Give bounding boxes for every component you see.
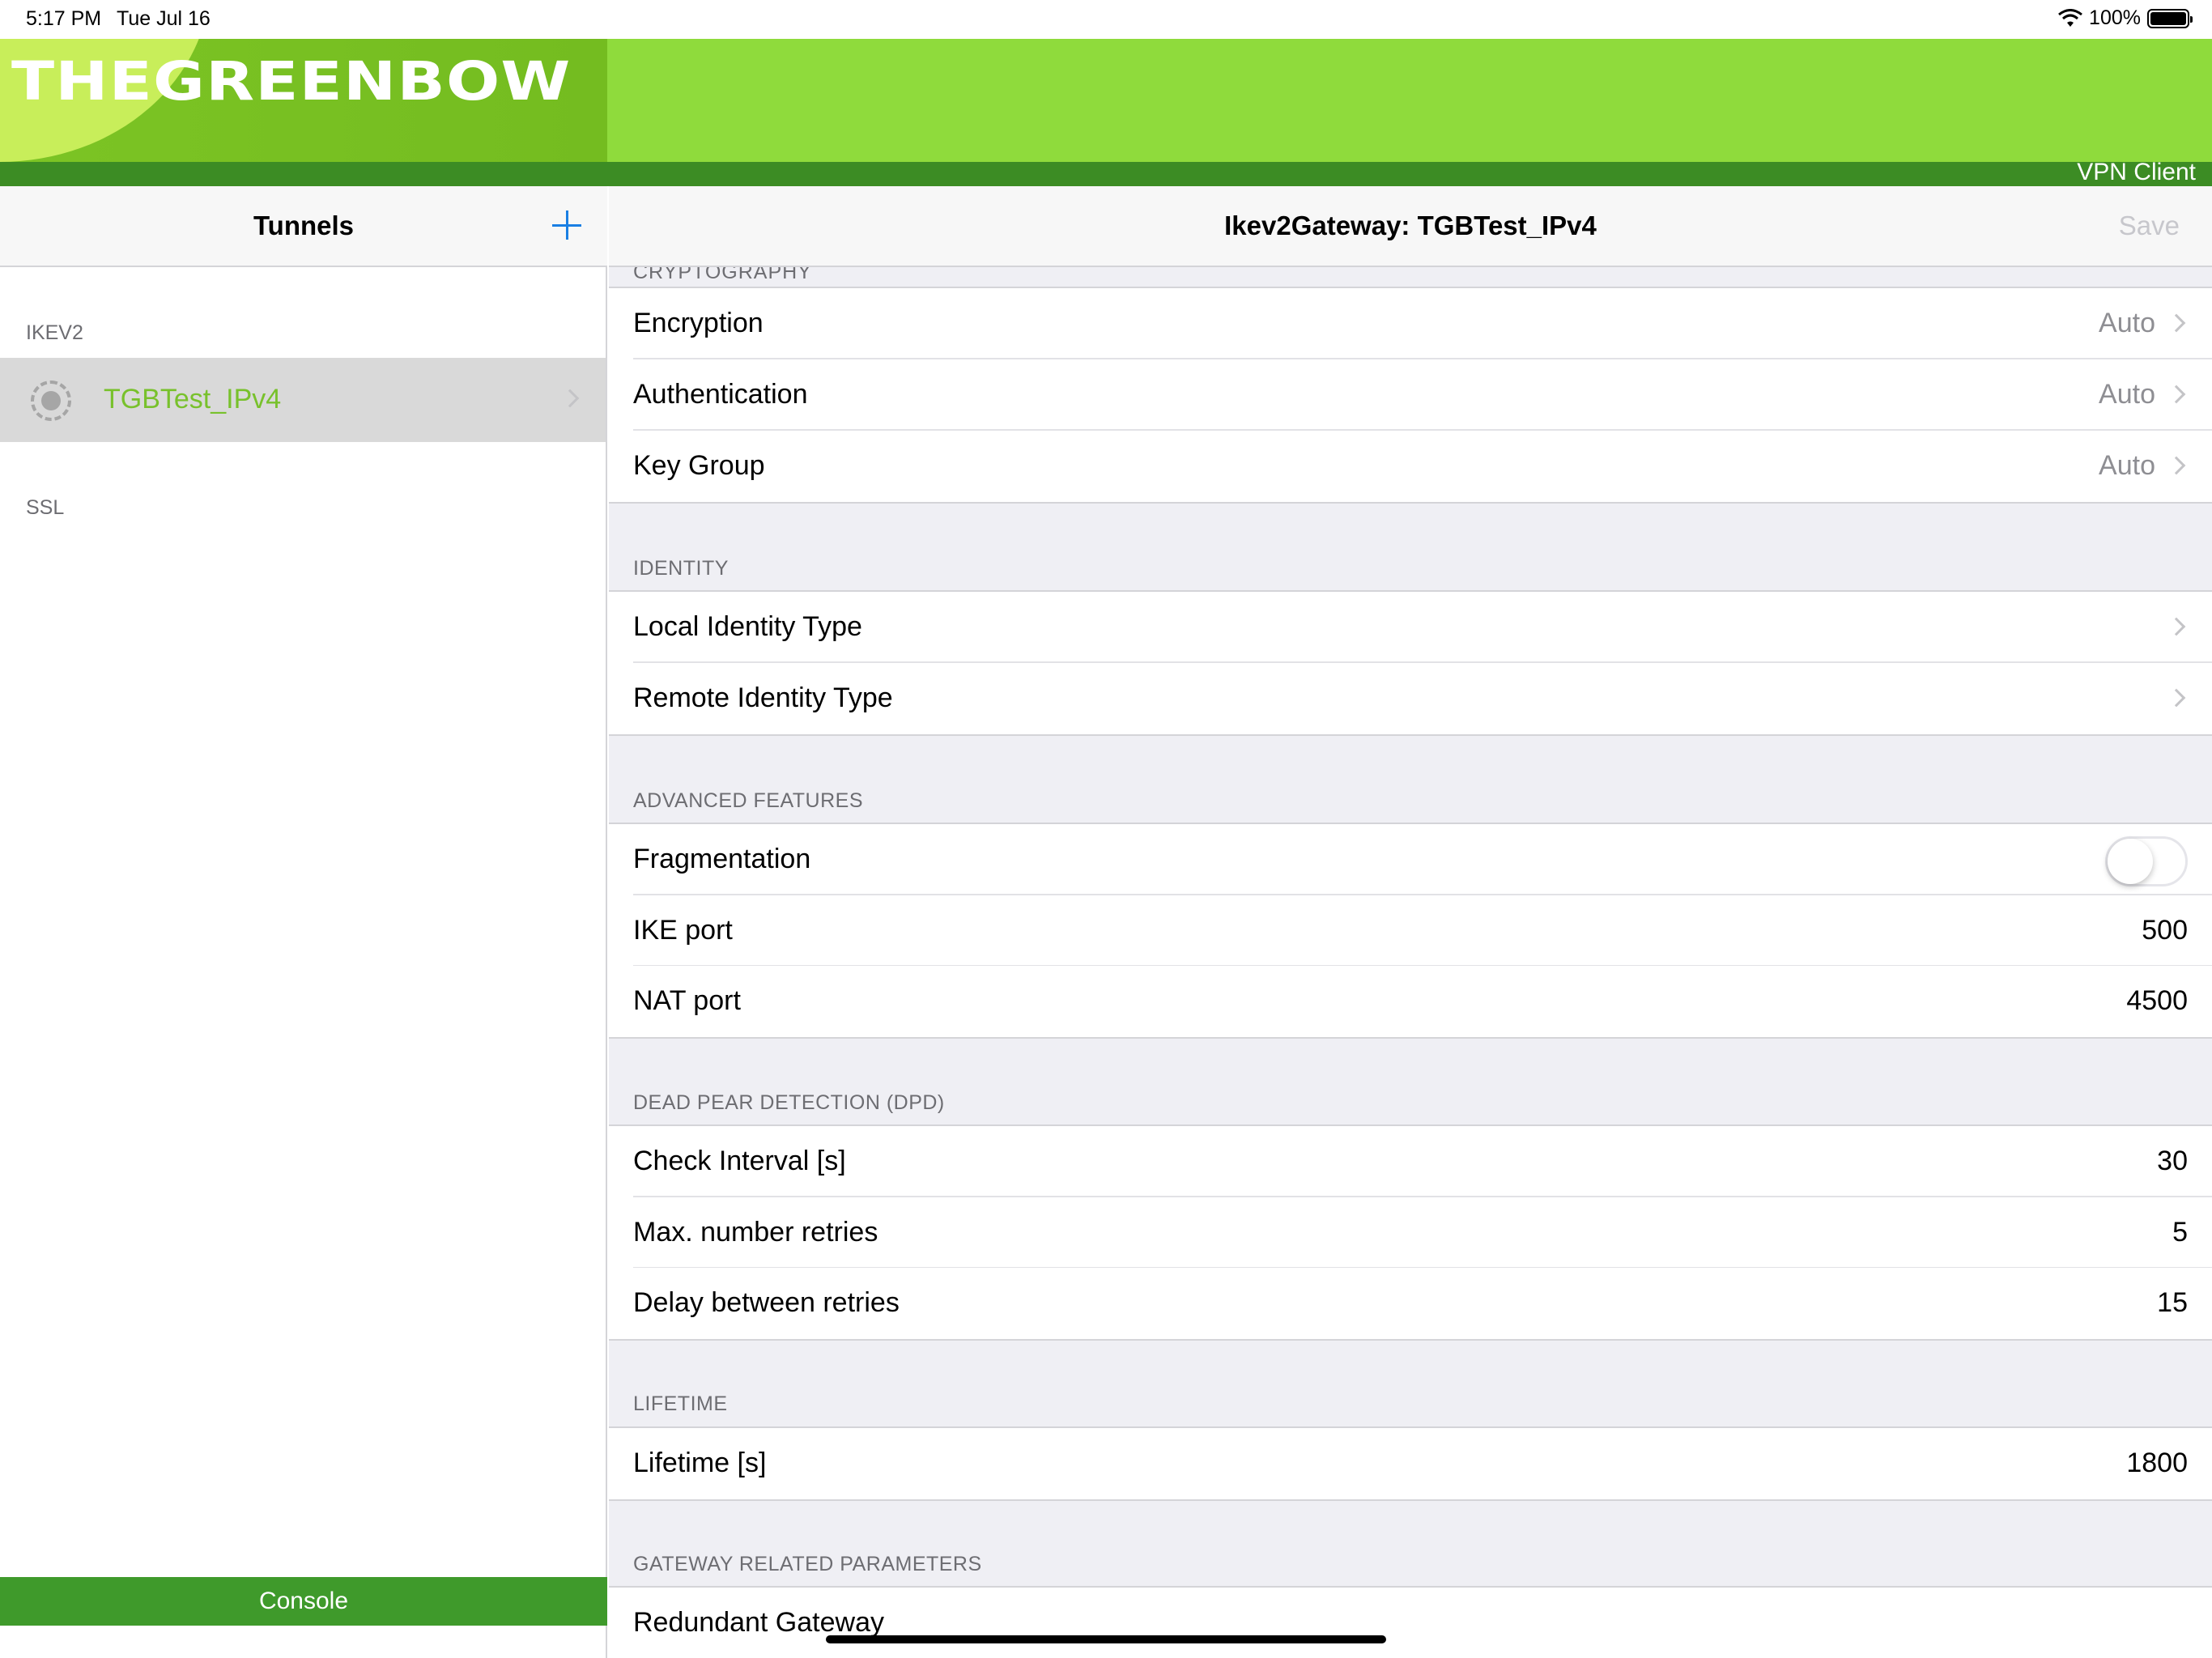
save-button[interactable]: Save	[2119, 210, 2180, 241]
row-label: Encryption	[633, 308, 764, 338]
status-date: Tue Jul 16	[117, 7, 211, 30]
row-label: Redundant Gateway	[633, 1607, 884, 1638]
chevron-right-icon	[2167, 313, 2186, 333]
nat-port-field[interactable]: 4500	[2126, 985, 2188, 1017]
authentication-row[interactable]: Authentication Auto	[609, 359, 2212, 431]
group-divider	[609, 1037, 2212, 1039]
row-label: Max. number retries	[633, 1217, 878, 1248]
row-label: Fragmentation	[633, 844, 811, 874]
delay-between-retries-row[interactable]: Delay between retries 15	[609, 1268, 2212, 1339]
row-label: Check Interval [s]	[633, 1146, 846, 1176]
detail-navbar: Ikev2Gateway: TGBTest_IPv4 Save	[609, 186, 2212, 267]
sidebar-item-label: TGBTest_IPv4	[104, 384, 282, 414]
row-label: Local Identity Type	[633, 611, 862, 642]
delay-between-retries-field[interactable]: 15	[2157, 1287, 2188, 1319]
chevron-right-icon	[2167, 385, 2186, 404]
lifetime-row[interactable]: Lifetime [s] 1800	[609, 1428, 2212, 1499]
wifi-icon	[2058, 8, 2082, 27]
sidebar-item-tgbtest-ipv4[interactable]: TGBTest_IPv4	[0, 358, 606, 442]
banner-strip	[0, 162, 2212, 186]
section-header-ssl: SSL	[26, 496, 65, 519]
battery-percent: 100%	[2089, 6, 2141, 29]
fragmentation-toggle[interactable]	[2105, 836, 2188, 886]
lifetime-field[interactable]: 1800	[2126, 1448, 2188, 1479]
page-title: Ikev2Gateway: TGBTest_IPv4	[1224, 210, 1597, 240]
product-name: VPN Client	[2077, 159, 2196, 185]
chevron-right-icon	[560, 389, 580, 408]
section-header-dpd: DEAD PEAR DETECTION (DPD)	[633, 1091, 945, 1114]
banner-logo-area: THEGREENBOW	[0, 39, 607, 162]
section-header-ikev2: IKEV2	[26, 321, 83, 344]
row-label: Key Group	[633, 450, 765, 481]
detail-pane: Ikev2Gateway: TGBTest_IPv4 Save CRYPTOGR…	[609, 186, 2212, 1658]
chevron-right-icon	[2167, 617, 2186, 636]
nat-port-row[interactable]: NAT port 4500	[609, 966, 2212, 1037]
row-label: Remote Identity Type	[633, 682, 893, 713]
brand-logo: THEGREENBOW	[11, 50, 572, 113]
section-header-gateway: GATEWAY RELATED PARAMETERS	[633, 1553, 982, 1575]
section-header-identity: IDENTITY	[633, 557, 729, 580]
section-header-lifetime: LIFETIME	[633, 1392, 728, 1415]
spinner-icon	[31, 380, 71, 421]
sidebar: Tunnels IKEV2 TGBTest_IPv4 SSL	[0, 186, 607, 1658]
battery-icon	[2147, 8, 2193, 28]
sidebar-navbar: Tunnels	[0, 186, 607, 267]
status-indicators: 100%	[2058, 6, 2193, 30]
row-label: Delay between retries	[633, 1287, 900, 1318]
status-time: 5:17 PM	[26, 7, 102, 30]
ike-port-row[interactable]: IKE port 500	[609, 895, 2212, 967]
max-retries-field[interactable]: 5	[2172, 1217, 2188, 1248]
encryption-row[interactable]: Encryption Auto	[609, 288, 2212, 359]
chevron-right-icon	[2167, 688, 2186, 708]
row-label: Authentication	[633, 379, 808, 410]
ike-port-field[interactable]: 500	[2142, 915, 2188, 946]
group-divider	[609, 1499, 2212, 1501]
sidebar-bottom	[0, 1626, 606, 1658]
toggle-knob	[2108, 839, 2153, 884]
row-value: Auto	[2099, 308, 2155, 338]
row-label: Lifetime [s]	[633, 1448, 767, 1478]
chevron-right-icon	[2167, 456, 2186, 475]
banner-fill	[607, 39, 2212, 162]
group-divider	[609, 1339, 2212, 1341]
remote-identity-type-row[interactable]: Remote Identity Type	[609, 663, 2212, 734]
home-indicator	[826, 1635, 1386, 1643]
max-retries-row[interactable]: Max. number retries 5	[609, 1197, 2212, 1269]
add-tunnel-button[interactable]	[544, 202, 589, 248]
sidebar-title: Tunnels	[253, 210, 355, 240]
row-label: IKE port	[633, 915, 733, 946]
app-banner: THEGREENBOW	[0, 39, 2212, 162]
key-group-row[interactable]: Key Group Auto	[609, 431, 2212, 502]
local-identity-type-row[interactable]: Local Identity Type	[609, 592, 2212, 663]
redundant-gateway-row[interactable]: Redundant Gateway	[609, 1588, 2212, 1658]
status-bar: 5:17 PM Tue Jul 16 100%	[0, 0, 2212, 39]
row-value: Auto	[2099, 450, 2155, 481]
group-divider	[609, 734, 2212, 736]
row-value: Auto	[2099, 379, 2155, 410]
row-label: NAT port	[633, 985, 741, 1016]
section-header-advanced: ADVANCED FEATURES	[633, 789, 864, 812]
check-interval-row[interactable]: Check Interval [s] 30	[609, 1126, 2212, 1197]
group-divider	[609, 502, 2212, 504]
console-button[interactable]: Console	[0, 1577, 607, 1626]
fragmentation-row: Fragmentation	[609, 824, 2212, 895]
check-interval-field[interactable]: 30	[2157, 1146, 2188, 1177]
